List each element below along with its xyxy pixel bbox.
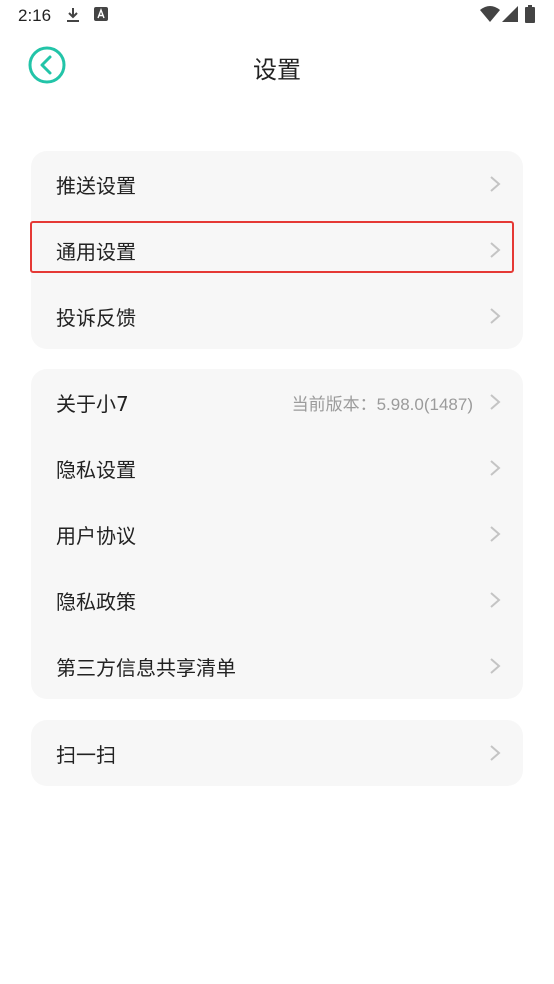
a-badge-icon [94, 7, 108, 21]
settings-group-2: 关于小7 当前版本：5.98.0(1487) 隐私设置 用户协议 隐私政策 第三… [31, 369, 523, 699]
push-settings-item[interactable]: 推送设置 [31, 151, 523, 217]
chevron-right-icon [490, 526, 501, 542]
chevron-right-icon [490, 394, 501, 410]
chevron-right-icon [490, 592, 501, 608]
third-party-sharing-label: 第三方信息共享清单 [56, 655, 236, 680]
chevron-right-icon [490, 460, 501, 476]
status-time: 2:16 [18, 6, 52, 25]
complaint-feedback-label: 投诉反馈 [56, 305, 136, 330]
privacy-settings-item[interactable]: 隐私设置 [31, 435, 523, 501]
user-agreement-label: 用户协议 [56, 523, 136, 548]
about-item[interactable]: 关于小7 当前版本：5.98.0(1487) [31, 369, 523, 435]
signal-icon [502, 6, 518, 22]
chevron-right-icon [490, 745, 501, 761]
push-settings-label: 推送设置 [56, 173, 136, 198]
header: 设置 [0, 30, 554, 100]
user-agreement-item[interactable]: 用户协议 [31, 501, 523, 567]
status-bar: 2:16 [0, 0, 554, 30]
scan-label: 扫一扫 [56, 742, 116, 767]
page-title: 设置 [253, 56, 301, 84]
chevron-right-icon [490, 658, 501, 674]
complaint-feedback-item[interactable]: 投诉反馈 [31, 283, 523, 349]
battery-icon [525, 5, 535, 23]
scan-item[interactable]: 扫一扫 [31, 720, 523, 786]
chevron-right-icon [490, 308, 501, 324]
download-icon [67, 8, 79, 22]
privacy-policy-label: 隐私政策 [56, 589, 136, 614]
privacy-policy-item[interactable]: 隐私政策 [31, 567, 523, 633]
third-party-sharing-item[interactable]: 第三方信息共享清单 [31, 633, 523, 699]
chevron-right-icon [490, 176, 501, 192]
highlight-box [30, 221, 514, 273]
version-text: 当前版本：5.98.0(1487) [291, 394, 473, 414]
wifi-icon [480, 6, 500, 22]
about-label: 关于小7 [56, 391, 129, 416]
settings-group-3: 扫一扫 [31, 720, 523, 786]
privacy-settings-label: 隐私设置 [56, 457, 136, 482]
